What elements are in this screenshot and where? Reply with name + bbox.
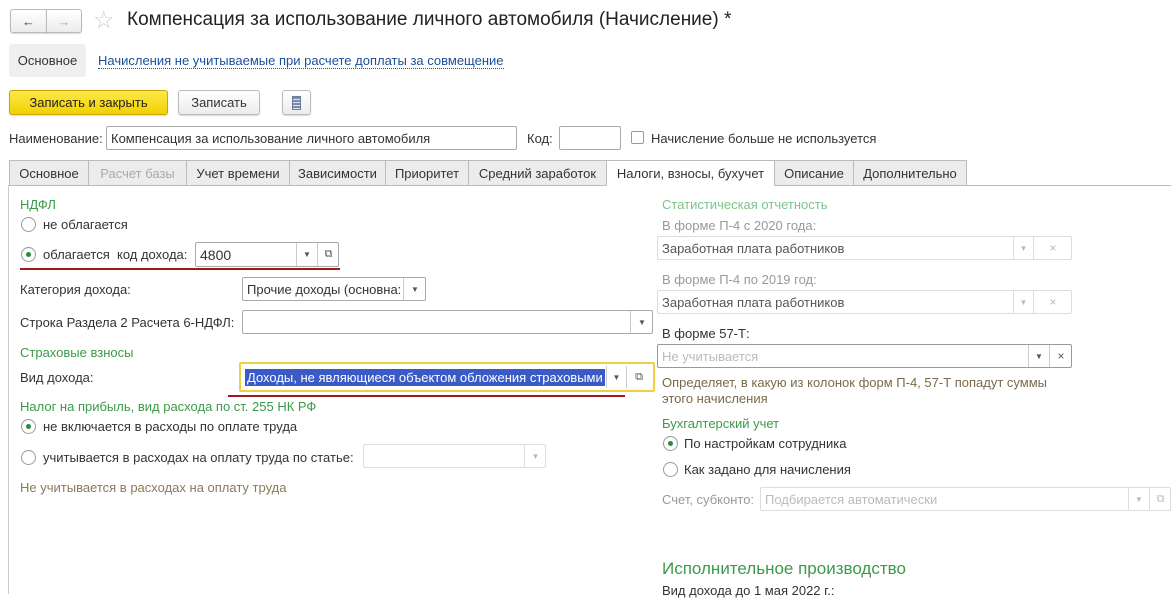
as-set-for-accrual-label: Как задано для начисления <box>684 462 851 477</box>
chevron-down-icon[interactable]: ▼ <box>1013 291 1033 313</box>
chevron-down-icon[interactable]: ▼ <box>606 366 626 388</box>
unused-label: Начисление больше не используется <box>651 131 877 146</box>
income-code-label: код дохода: <box>117 247 188 262</box>
income-category-select[interactable]: Прочие доходы (основна: ▼ <box>242 277 426 301</box>
open-icon[interactable]: ⧉ <box>317 243 338 266</box>
tab-priority[interactable]: Приоритет <box>385 160 469 186</box>
tab-main-top[interactable]: Основное <box>9 44 86 77</box>
chevron-down-icon[interactable]: ▼ <box>630 311 652 333</box>
p4-2019-select[interactable]: Заработная плата работников ▼ × <box>657 290 1072 314</box>
tab-description[interactable]: Описание <box>774 160 854 186</box>
account-input[interactable]: Подбирается автоматически ▼ ⧉ <box>760 487 1171 511</box>
chevron-down-icon[interactable]: ▼ <box>1028 345 1049 367</box>
unused-checkbox[interactable] <box>631 131 644 144</box>
arrow-left-icon: ← <box>22 13 35 29</box>
annotation-underline <box>228 395 625 397</box>
f57-label: В форме 57-Т: <box>662 326 750 341</box>
radio-not-taxed[interactable] <box>21 217 36 232</box>
radio-as-set-for-accrual[interactable] <box>663 462 678 477</box>
p4-2019-label: В форме П-4 по 2019 год: <box>662 272 817 287</box>
tab-additional[interactable]: Дополнительно <box>853 160 967 186</box>
chevron-down-icon[interactable]: ▼ <box>1128 488 1149 510</box>
chevron-down-icon[interactable]: ▼ <box>1013 237 1033 259</box>
enforcement-heading: Исполнительное производство <box>662 559 906 578</box>
forward-button[interactable]: → <box>46 9 82 33</box>
tab-panel-left-border <box>8 185 9 594</box>
open-icon[interactable]: ⧉ <box>1149 488 1170 510</box>
name-label: Наименование: <box>9 131 103 146</box>
clear-icon[interactable]: × <box>1033 237 1071 259</box>
p4-2020-label: В форме П-4 с 2020 года: <box>662 218 817 233</box>
chevron-down-icon[interactable]: ▼ <box>403 278 425 300</box>
star-icon[interactable]: ☆ <box>93 6 115 35</box>
income-kind-label: Вид дохода: <box>20 370 94 385</box>
arrow-right-icon: → <box>57 13 71 29</box>
stats-hint-line2: этого начисления <box>662 391 768 406</box>
ndfl-heading: НДФЛ <box>20 197 56 212</box>
radio-not-included[interactable] <box>21 419 36 434</box>
article-select[interactable]: ▼ <box>363 444 546 468</box>
annotation-underline <box>20 268 340 270</box>
chevron-down-icon[interactable]: ▼ <box>296 243 317 266</box>
enforcement-kind-label: Вид дохода до 1 мая 2022 г.: <box>662 583 835 598</box>
tab-dependencies[interactable]: Зависимости <box>289 160 386 186</box>
income-category-label: Категория дохода: <box>20 282 131 297</box>
taxed-label: облагается <box>43 247 110 262</box>
account-label: Счет, субконто: <box>662 492 755 507</box>
more-menu-button[interactable] <box>282 90 311 115</box>
income-kind-select[interactable]: Доходы, не являющиеся объектом обложения… <box>243 366 651 388</box>
included-by-article-label: учитывается в расходах на оплату труда п… <box>43 450 354 465</box>
radio-taxed[interactable] <box>21 247 36 262</box>
clear-icon[interactable]: × <box>1033 291 1071 313</box>
f57-select[interactable]: Не учитывается ▼ × <box>657 344 1072 368</box>
radio-by-employee-settings[interactable] <box>663 436 678 451</box>
back-button[interactable]: ← <box>10 9 47 33</box>
name-input[interactable]: Компенсация за использование личного авт… <box>106 126 517 150</box>
clear-icon[interactable]: × <box>1049 345 1071 367</box>
open-icon[interactable]: ⧉ <box>626 366 651 388</box>
ndfl-row-select[interactable]: ▼ <box>242 310 653 334</box>
save-and-close-button[interactable]: Записать и закрыть <box>9 90 168 115</box>
stats-hint-line1: Определяет, в какую из колонок форм П-4,… <box>662 375 1048 390</box>
income-code-input[interactable]: 4800 ▼ ⧉ <box>195 242 339 267</box>
p4-2020-select[interactable]: Заработная плата работников ▼ × <box>657 236 1072 260</box>
insurance-heading: Страховые взносы <box>20 345 134 360</box>
code-input[interactable] <box>559 126 621 150</box>
chevron-down-icon[interactable]: ▼ <box>524 445 545 467</box>
tab-main[interactable]: Основное <box>9 160 89 186</box>
link-excluded-accruals[interactable]: Начисления не учитываемые при расчете до… <box>98 53 504 69</box>
stats-heading: Статистическая отчетность <box>662 197 828 212</box>
tab-average-earnings[interactable]: Средний заработок <box>468 160 607 186</box>
not-taxed-label: не облагается <box>43 217 128 232</box>
accounting-heading: Бухгалтерский учет <box>662 416 780 431</box>
code-label: Код: <box>527 131 553 146</box>
tab-base-calc[interactable]: Расчет базы <box>88 160 187 186</box>
profit-tax-heading: Налог на прибыль, вид расхода по ст. 255… <box>20 399 317 414</box>
not-included-label: не включается в расходы по оплате труда <box>43 419 298 434</box>
profit-note: Не учитывается в расходах на оплату труд… <box>20 480 287 495</box>
tab-taxes[interactable]: Налоги, взносы, бухучет <box>606 160 775 186</box>
radio-included-by-article[interactable] <box>21 450 36 465</box>
save-button[interactable]: Записать <box>178 90 260 115</box>
tab-time-tracking[interactable]: Учет времени <box>186 160 290 186</box>
window-title: Компенсация за использование личного авт… <box>127 9 732 30</box>
ndfl-row-label: Строка Раздела 2 Расчета 6-НДФЛ: <box>20 315 235 330</box>
list-icon <box>292 95 301 110</box>
by-employee-settings-label: По настройкам сотрудника <box>684 436 847 451</box>
